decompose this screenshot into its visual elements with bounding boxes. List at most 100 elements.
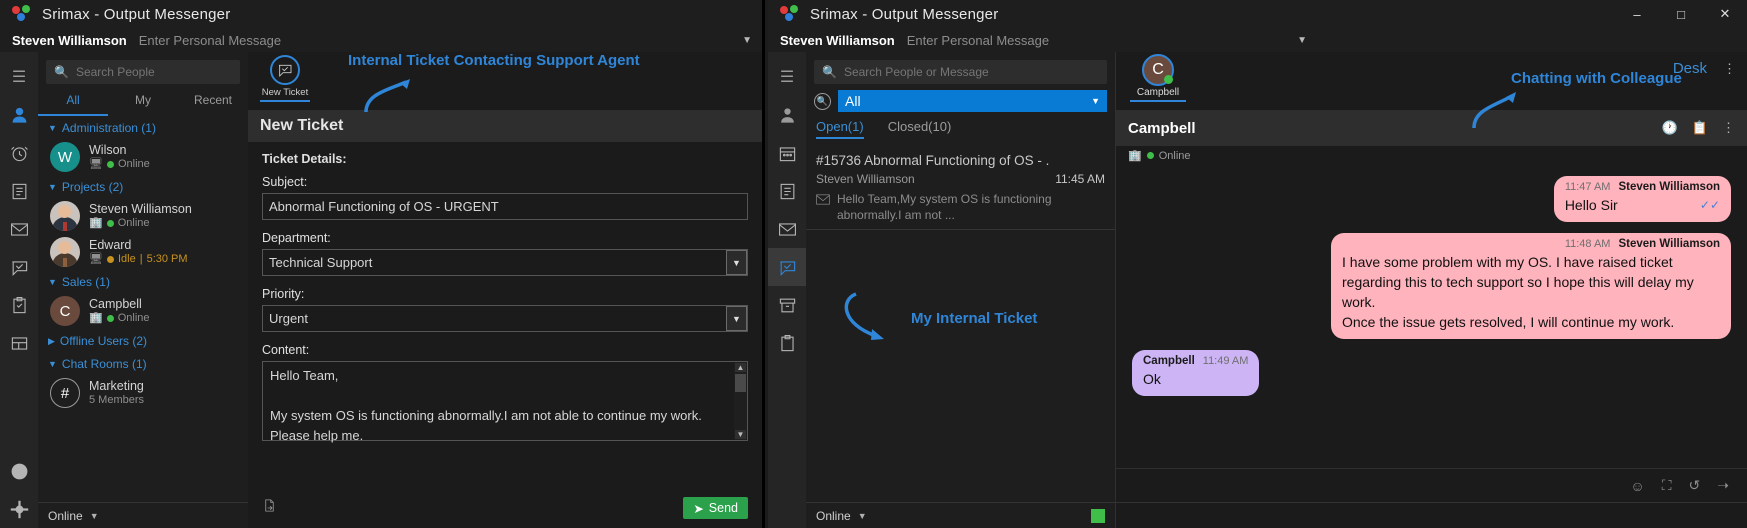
chevron-down-icon[interactable]: ▼ xyxy=(858,511,867,521)
scroll-down-icon[interactable]: ▼ xyxy=(735,430,746,439)
status-dot xyxy=(106,256,114,263)
chat-tab-campbell[interactable]: C Campbell xyxy=(1130,52,1186,102)
chevron-down-icon[interactable]: ▼ xyxy=(742,35,752,46)
boards-icon[interactable] xyxy=(0,324,38,362)
maximize-button[interactable]: □ xyxy=(1659,0,1703,28)
subject-input[interactable]: Abnormal Functioning of OS - URGENT xyxy=(262,193,748,220)
department-select[interactable]: Technical Support ▼ xyxy=(262,249,748,276)
message-bubble[interactable]: 11:47 AM Steven Williamson Hello Sir ✓✓ xyxy=(1553,176,1731,222)
annotation-internal-ticket: Internal Ticket Contacting Support Agent xyxy=(348,52,640,69)
user-bar-right: Steven Williamson Enter Personal Message… xyxy=(768,28,1747,52)
contact-name: Campbell xyxy=(89,297,142,311)
scroll-up-icon[interactable]: ▲ xyxy=(735,363,746,372)
status-bar-left[interactable]: Online ▼ xyxy=(38,502,248,528)
annotation-my-internal-ticket: My Internal Ticket xyxy=(911,310,1038,327)
search-icon: 🔍 xyxy=(54,65,69,79)
contact-wilson[interactable]: W Wilson 🖥 Online xyxy=(38,139,248,175)
settings-gear-icon[interactable] xyxy=(0,490,38,528)
emoji-icon[interactable]: ☺ xyxy=(1630,478,1644,494)
content-label: Content: xyxy=(262,343,310,357)
ticket-list-item[interactable]: #15736 Abnormal Functioning of OS - . St… xyxy=(806,145,1115,230)
history-icon[interactable]: 🕐 xyxy=(1662,120,1678,136)
room-name: Marketing xyxy=(89,379,144,393)
mail-icon[interactable] xyxy=(0,210,38,248)
contact-edward[interactable]: Edward 🖥 Idle | 5:30 PM xyxy=(38,234,248,270)
screenshot-icon[interactable]: ⛶ xyxy=(1662,477,1672,494)
ticket-icon[interactable] xyxy=(768,248,806,286)
contacts-icon[interactable] xyxy=(768,96,806,134)
resize-grip-icon[interactable] xyxy=(1091,508,1105,523)
tab-closed-tickets[interactable]: Closed(10) xyxy=(888,119,952,139)
group-projects[interactable]: ▼ Projects (2) xyxy=(38,175,248,198)
group-offline-users[interactable]: ▶ Offline Users (2) xyxy=(38,329,248,352)
todo-icon[interactable] xyxy=(0,286,38,324)
tab-open-tickets[interactable]: Open(1) xyxy=(816,119,864,139)
send-button[interactable]: ➤ Send xyxy=(683,497,748,519)
chevron-down-icon[interactable]: ▼ xyxy=(90,511,99,521)
message-time: 11:48 AM xyxy=(1564,238,1611,250)
group-sales[interactable]: ▼ Sales (1) xyxy=(38,270,248,293)
chevron-down-icon[interactable]: ▼ xyxy=(726,306,747,331)
contacts-column: 🔍 All My Recent ▼ Administration (1) W W… xyxy=(38,52,248,528)
status-text: Online xyxy=(1158,149,1191,162)
voice-icon[interactable]: ↺ xyxy=(1689,477,1701,494)
chevron-down-icon[interactable]: ▼ xyxy=(726,250,747,275)
todo-icon[interactable] xyxy=(768,324,806,362)
notes-icon[interactable] xyxy=(768,172,806,210)
message-bubble[interactable]: Campbell 11:49 AM Ok xyxy=(1132,350,1260,396)
priority-select[interactable]: Urgent ▼ xyxy=(262,305,748,332)
app-logo-icon xyxy=(12,5,34,23)
send-icon[interactable]: ➝ xyxy=(1717,477,1729,494)
tab-recent[interactable]: Recent xyxy=(178,90,248,116)
mail-icon[interactable] xyxy=(768,210,806,248)
scrollbar-thumb[interactable] xyxy=(735,374,746,392)
notes-icon[interactable] xyxy=(0,172,38,210)
kebab-icon[interactable]: ⋮ xyxy=(1723,62,1736,75)
group-chat-rooms[interactable]: ▼ Chat Rooms (1) xyxy=(38,352,248,375)
contact-campbell[interactable]: C Campbell 🏢 Online xyxy=(38,293,248,329)
filter-search-icon[interactable]: 🔍 xyxy=(814,92,831,110)
calendar-icon[interactable] xyxy=(768,134,806,172)
content-textarea[interactable]: Hello Team, My system OS is functioning … xyxy=(262,361,748,443)
contact-name: Steven Williamson xyxy=(89,202,192,216)
minimize-button[interactable]: – xyxy=(1615,0,1659,28)
contacts-icon[interactable] xyxy=(0,96,38,134)
message-bubble[interactable]: 11:48 AM Steven Williamson I have some p… xyxy=(1331,233,1731,339)
chevron-down-icon[interactable]: ▼ xyxy=(1297,35,1307,46)
content-scrollbar[interactable]: ▲ ▼ xyxy=(734,362,747,440)
alarm-icon[interactable] xyxy=(0,134,38,172)
hamburger-menu-icon[interactable]: ☰ xyxy=(768,58,806,96)
content-line-2: My system OS is functioning abnormally.I… xyxy=(270,408,702,443)
chat-room-marketing[interactable]: # Marketing 5 Members xyxy=(38,375,248,411)
priority-label: Priority: xyxy=(262,287,305,301)
personal-message-field[interactable]: Enter Personal Message xyxy=(139,33,281,48)
info-icon[interactable] xyxy=(0,452,38,490)
search-input[interactable] xyxy=(843,65,1099,79)
chat-contact-name: Campbell xyxy=(1128,119,1196,137)
new-ticket-tab[interactable]: New Ticket xyxy=(260,52,310,102)
contact-steven-williamson[interactable]: Steven Williamson 🏢 Online xyxy=(38,198,248,234)
group-administration[interactable]: ▼ Administration (1) xyxy=(38,116,248,139)
search-input[interactable] xyxy=(75,65,232,79)
group-label: Sales (1) xyxy=(61,275,110,289)
message-row: 11:47 AM Steven Williamson Hello Sir ✓✓ xyxy=(1132,176,1731,222)
attach-file-icon[interactable] xyxy=(262,498,277,518)
tab-all[interactable]: All xyxy=(38,90,108,116)
archive-icon[interactable] xyxy=(768,286,806,324)
clipboard-icon[interactable]: 📋 xyxy=(1692,120,1708,136)
message-row: Campbell 11:49 AM Ok xyxy=(1132,350,1731,396)
kebab-icon[interactable]: ⋮ xyxy=(1722,120,1735,136)
search-people-message-box[interactable]: 🔍 xyxy=(814,60,1107,84)
personal-message-field[interactable]: Enter Personal Message xyxy=(907,33,1049,48)
tab-my[interactable]: My xyxy=(108,90,178,116)
status-text: Idle xyxy=(117,253,136,265)
ticket-filter-select[interactable]: All ▼ xyxy=(838,90,1107,112)
send-plane-icon: ➤ xyxy=(693,501,704,516)
close-button[interactable]: ✕ xyxy=(1703,0,1747,28)
hamburger-menu-icon[interactable]: ☰ xyxy=(0,58,38,96)
search-people-box[interactable]: 🔍 xyxy=(46,60,240,84)
ticket-sender: Steven Williamson xyxy=(816,172,915,186)
ticket-icon[interactable] xyxy=(0,248,38,286)
status-bar-ticket-list[interactable]: Online ▼ xyxy=(806,502,1115,528)
app-logo-icon xyxy=(780,5,802,23)
